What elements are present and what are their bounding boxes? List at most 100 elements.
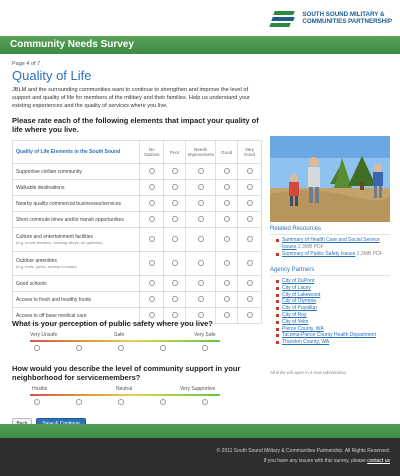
scale-radio[interactable] [202, 399, 208, 405]
rating-radio[interactable] [148, 259, 155, 266]
scale-radio[interactable] [118, 399, 124, 405]
rating-radio[interactable] [171, 183, 178, 190]
resource-link[interactable]: Summary of Health Care and Social Servic… [276, 237, 391, 251]
rating-radio[interactable] [223, 235, 230, 242]
scale-radio[interactable] [34, 399, 40, 405]
rating-radio[interactable] [148, 279, 155, 286]
partner-link[interactable]: City of Yelm [276, 319, 391, 326]
top-bar: SOUTH SOUND MILITARY & COMMUNITIES PARTN… [0, 0, 400, 36]
rating-radio[interactable] [171, 279, 178, 286]
contact-us-link[interactable]: contact us [367, 458, 390, 464]
rating-radio[interactable] [148, 235, 155, 242]
rating-radio[interactable] [246, 199, 253, 206]
col-no-opinion: No Opinion [139, 140, 165, 164]
rating-radio[interactable] [223, 295, 230, 302]
rating-radio[interactable] [171, 295, 178, 302]
partner-link[interactable]: City of Lacey [276, 285, 391, 292]
rating-radio[interactable] [197, 311, 204, 318]
scale-label-high: Very Supportive [180, 386, 216, 392]
rating-radio[interactable] [171, 167, 178, 174]
rating-radio[interactable] [246, 167, 253, 174]
scale-radio[interactable] [160, 399, 166, 405]
partner-link[interactable]: City of Olympia [276, 298, 391, 305]
question-3-prompt: How would you describe the level of comm… [12, 364, 241, 382]
rating-radio[interactable] [246, 311, 253, 318]
col-poor: Poor [163, 140, 187, 164]
rating-radio[interactable] [197, 259, 204, 266]
partner-link[interactable]: City of Roy [276, 312, 391, 319]
related-resources-heading: Related Resources [270, 226, 322, 232]
resources-list: Summary of Health Care and Social Servic… [276, 237, 391, 257]
rating-radio[interactable] [223, 199, 230, 206]
rating-radio[interactable] [171, 215, 178, 222]
footer: © 2011 South Sound Military & Communitie… [0, 424, 400, 476]
scale-radio[interactable] [76, 399, 82, 405]
scale-radio[interactable] [160, 345, 166, 351]
family-photo [270, 136, 390, 222]
rating-radio[interactable] [246, 235, 253, 242]
rating-radio[interactable] [148, 311, 155, 318]
rating-radio[interactable] [223, 279, 230, 286]
rating-radio[interactable] [171, 199, 178, 206]
divider [270, 275, 390, 276]
partner-link[interactable]: City of DuPont [276, 278, 391, 285]
scale-radio[interactable] [118, 345, 124, 351]
rating-radio[interactable] [197, 235, 204, 242]
resource-link[interactable]: Summary of Public Safety Issues 2.3MB PD… [276, 251, 391, 258]
rating-radio[interactable] [223, 311, 230, 318]
rating-radio[interactable] [171, 311, 178, 318]
scale-label-mid: Safe [114, 332, 125, 338]
table-row: Supportive civilian community [11, 163, 262, 180]
survey-title: Community Needs Survey [10, 39, 134, 50]
divider [270, 234, 390, 235]
rating-radio[interactable] [148, 295, 155, 302]
safety-scale: Very Unsafe Safe Very Safe [30, 332, 220, 358]
partner-link[interactable]: City of Puyallup [276, 305, 391, 312]
rating-radio[interactable] [148, 183, 155, 190]
partner-link[interactable]: Thurston County, WA [276, 339, 391, 346]
scale-radio[interactable] [76, 345, 82, 351]
row-label: Good schools [11, 275, 141, 292]
rating-radio[interactable] [197, 167, 204, 174]
rating-radio[interactable] [246, 183, 253, 190]
logo-line-1: SOUTH SOUND MILITARY & [302, 11, 385, 18]
question-1-prompt: Please rate each of the following elemen… [12, 116, 259, 134]
rating-radio[interactable] [171, 259, 178, 266]
rating-radio[interactable] [246, 259, 253, 266]
table-row: Walkable destinations [11, 179, 262, 196]
partner-link[interactable]: Tacoma-Pierce County Health Department [276, 332, 391, 339]
col-needs-improvement: Needs Improvement [185, 140, 217, 164]
scale-label-high: Very Safe [194, 332, 216, 338]
scale-radio[interactable] [202, 345, 208, 351]
row-label: Short commute times and/or transit oppor… [11, 211, 141, 228]
row-label: Supportive civilian community [11, 163, 141, 180]
partnership-logo: SOUTH SOUND MILITARY & COMMUNITIES PARTN… [269, 8, 392, 28]
table-row: Short commute times and/or transit oppor… [11, 211, 262, 228]
rating-radio[interactable] [223, 167, 230, 174]
rating-radio[interactable] [223, 215, 230, 222]
rating-radio[interactable] [246, 279, 253, 286]
rating-radio[interactable] [223, 259, 230, 266]
partner-link[interactable]: Pierce County, WA [276, 326, 391, 333]
rating-radio[interactable] [197, 183, 204, 190]
question-2-prompt: What is your perception of public safety… [12, 319, 213, 328]
header-bar: Community Needs Survey [0, 36, 400, 54]
rating-radio[interactable] [197, 295, 204, 302]
scale-radio[interactable] [34, 345, 40, 351]
table-row: Culture and entertainment facilities (e.g… [11, 227, 262, 252]
col-good: Good [215, 140, 239, 164]
rating-radio[interactable] [246, 215, 253, 222]
rating-radio[interactable] [148, 167, 155, 174]
table-row: Outdoor amenities (e.g. trails, parks, ac… [11, 251, 262, 276]
page-indicator: Page 4 of 7 [12, 61, 41, 67]
rating-radio[interactable] [148, 215, 155, 222]
rating-radio[interactable] [197, 279, 204, 286]
grid-header-elements: Quality of Life Elements in the South So… [11, 140, 141, 164]
rating-radio[interactable] [171, 235, 178, 242]
rating-radio[interactable] [246, 295, 253, 302]
rating-radio[interactable] [223, 183, 230, 190]
partner-link[interactable]: City of Lakewood [276, 292, 391, 299]
rating-radio[interactable] [197, 199, 204, 206]
rating-radio[interactable] [197, 215, 204, 222]
rating-radio[interactable] [148, 199, 155, 206]
